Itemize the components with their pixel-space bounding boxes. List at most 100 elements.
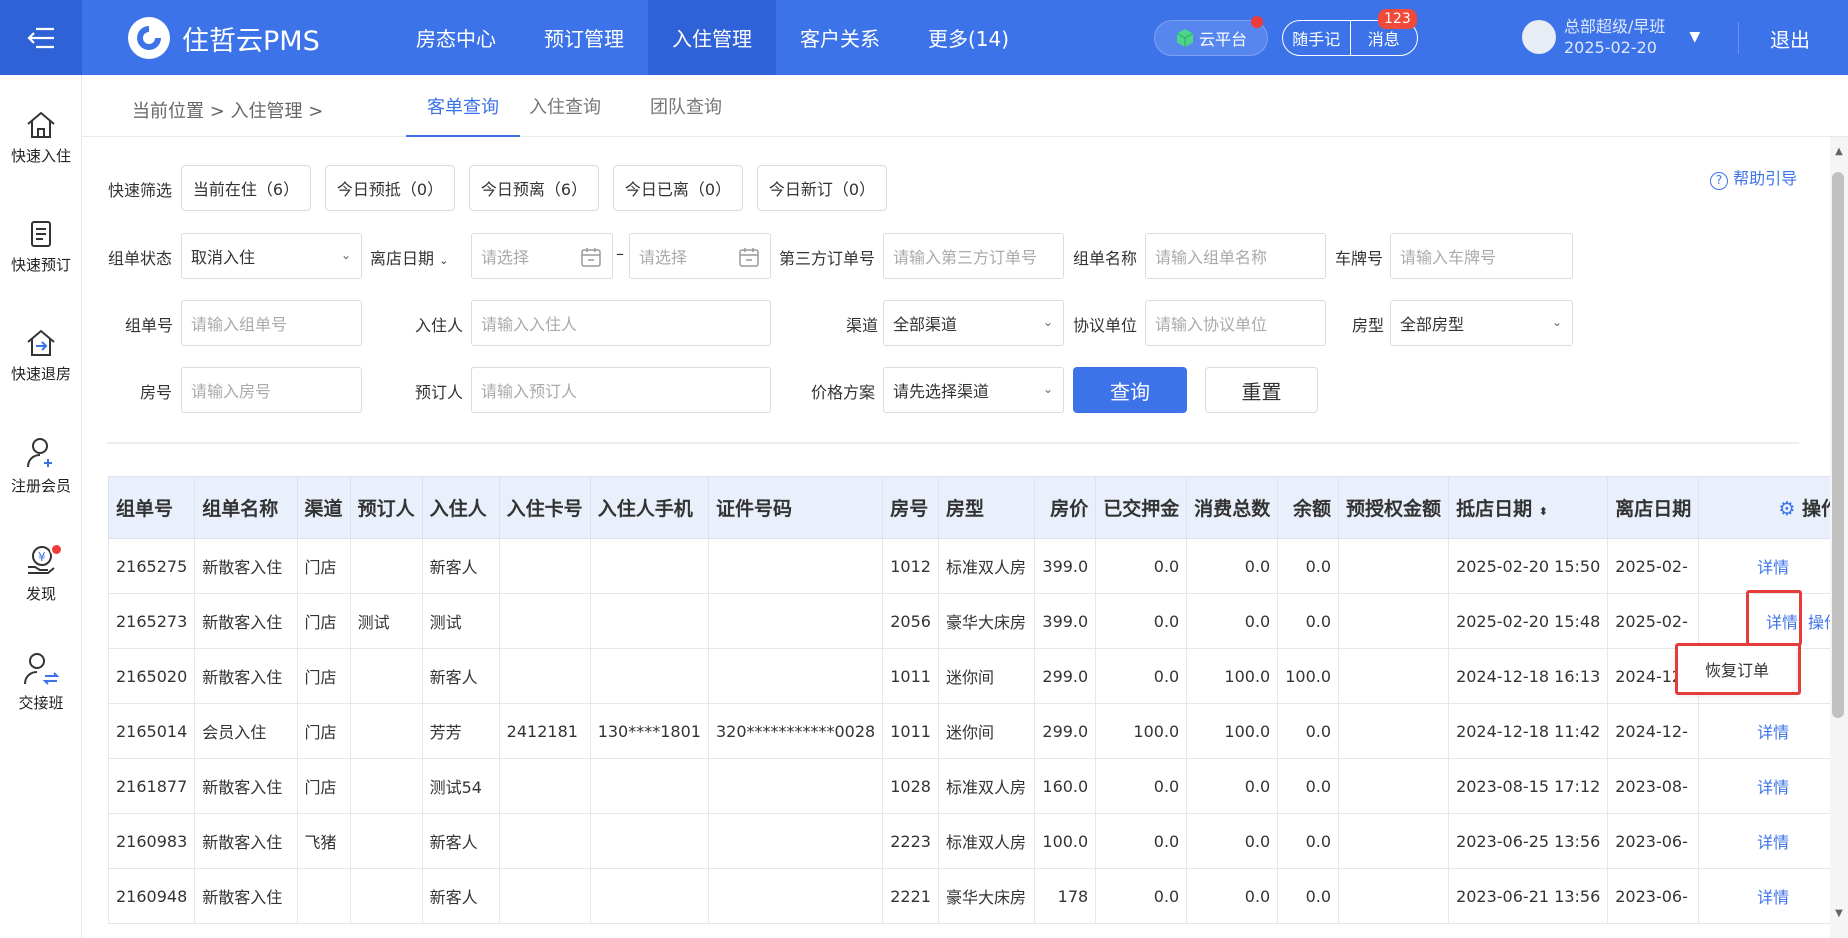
divider	[107, 442, 1799, 444]
price-plan-select[interactable]: 请先选择渠道 ⌄	[883, 367, 1064, 413]
table-cell: 1011	[882, 648, 939, 704]
table-cell: 100.0	[1186, 648, 1279, 704]
search-button[interactable]: 查询	[1073, 367, 1187, 413]
group-name-input[interactable]: 请输入组单名称	[1145, 233, 1326, 279]
table-cell: 1012	[882, 538, 939, 594]
table-row[interactable]: 2165275 新散客入住 门店 新客人 1012 标准双人房 399.0 0.0 0.0 0.0…	[107, 538, 1848, 594]
table-cell: 2161877	[107, 758, 196, 814]
col-arrival-date[interactable]: 抵店日期 ⬍	[1448, 476, 1609, 539]
table-cell	[707, 593, 884, 649]
group-status-value: 取消入住	[191, 248, 256, 267]
table-cell: 0.0	[1186, 538, 1279, 594]
table-cell	[707, 648, 884, 704]
plate-number-input[interactable]: 请输入车牌号	[1390, 233, 1573, 279]
table-cell: 2025-02-	[1607, 538, 1700, 594]
table-row[interactable]: 2160983 新散客入住 飞猪 新客人 2223 标准双人房 100.0 0.0 0.0 0.0…	[107, 813, 1848, 869]
nav-room-status[interactable]: 房态中心	[392, 0, 520, 75]
sidebar-item-quick-checkout[interactable]: 快速退房	[0, 327, 82, 384]
room-type-label: 房型	[1352, 316, 1385, 335]
tab-guest-orders[interactable]: 客单查询	[406, 93, 520, 137]
quick-filter-in-house[interactable]: 当前在住（6）	[181, 165, 311, 211]
detail-link[interactable]: 详情	[1757, 778, 1789, 797]
table-cell: 2165275	[107, 538, 196, 594]
cloud-platform-button[interactable]: 云平台	[1154, 16, 1268, 56]
sort-icon[interactable]: ⬍	[1539, 505, 1548, 518]
tab-checkin-query[interactable]: 入住查询	[529, 93, 601, 137]
row-actions: 详情	[1698, 703, 1848, 759]
detail-link[interactable]: 详情	[1757, 723, 1789, 742]
table-cell: 2025-02-	[1607, 593, 1700, 649]
reset-button[interactable]: 重置	[1205, 367, 1318, 413]
agreement-unit-input[interactable]: 请输入协议单位	[1145, 300, 1326, 346]
detail-link[interactable]: 详情	[1757, 833, 1789, 852]
sidebar-item-quick-checkin[interactable]: 快速入住	[0, 109, 82, 166]
menu-toggle-button[interactable]	[0, 0, 82, 75]
brand-logo-icon	[128, 17, 170, 59]
sidebar-item-quick-booking[interactable]: 快速预订	[0, 218, 82, 275]
room-no-label: 房号	[140, 383, 173, 402]
guest-input[interactable]: 请输入入住人	[471, 300, 771, 346]
table-cell: 2023-06-	[1607, 813, 1700, 869]
detail-link[interactable]: 详情	[1757, 558, 1789, 577]
sidebar-item-register-member[interactable]: 注册会员	[0, 435, 82, 496]
col-departure-date: 离店日期	[1607, 476, 1700, 539]
group-no-input[interactable]: 请输入组单号	[181, 300, 362, 346]
quick-filter-new-today[interactable]: 今日新订（0）	[757, 165, 887, 211]
table-row[interactable]: 2165020 新散客入住 门店 新客人 1011 迷你间 299.0 0.0 100.0 100…	[107, 648, 1848, 704]
table-cell	[349, 648, 423, 704]
avatar	[1522, 20, 1556, 54]
notes-button[interactable]: 随手记	[1283, 21, 1350, 55]
sidebar-item-shift-handover[interactable]: 交接班	[0, 650, 82, 713]
nav-reservations[interactable]: 预订管理	[520, 0, 648, 75]
table-row[interactable]: 2160948 新散客入住 新客人 2221 豪华大床房 178 0.0 0.0 0.0 2023…	[107, 868, 1848, 924]
sidebar-item-discover[interactable]: ¥ 发现	[0, 543, 82, 604]
table-cell: 2412181	[498, 703, 591, 759]
table-cell: 0.0	[1095, 648, 1188, 704]
depart-date-end[interactable]: 请选择	[629, 233, 771, 279]
user-menu[interactable]: 总部超级/早班 2025-02-20 ▼	[1522, 16, 1700, 58]
third-party-order-input[interactable]: 请输入第三方订单号	[883, 233, 1064, 279]
scroll-up-icon[interactable]: ▲	[1832, 146, 1846, 157]
scroll-down-icon[interactable]: ▼	[1832, 908, 1846, 919]
table-cell: 会员入住	[194, 703, 298, 759]
nav-checkin[interactable]: 入住管理	[648, 0, 776, 75]
tab-group-query[interactable]: 团队查询	[650, 93, 722, 137]
table-cell: 测试	[349, 593, 423, 649]
cloud-platform-label: 云平台	[1198, 30, 1247, 49]
col-card-no: 入住卡号	[498, 476, 591, 539]
depart-date-start[interactable]: 请选择	[471, 233, 613, 279]
table-cell: 迷你间	[937, 703, 1036, 759]
table-cell: 2025-02-20 15:50	[1448, 538, 1609, 594]
room-type-select[interactable]: 全部房型 ⌄	[1390, 300, 1573, 346]
col-balance: 余额	[1277, 476, 1340, 539]
gear-icon[interactable]: ⚙	[1778, 498, 1795, 520]
room-no-input[interactable]: 请输入房号	[181, 367, 362, 413]
table-cell: 标准双人房	[937, 758, 1036, 814]
booker-input[interactable]: 请输入预订人	[471, 367, 771, 413]
detail-link[interactable]: 详情	[1757, 888, 1789, 907]
sidebar-item-label: 注册会员	[10, 477, 71, 495]
channel-select[interactable]: 全部渠道 ⌄	[883, 300, 1064, 346]
quick-filter-departing-today[interactable]: 今日预离（6）	[469, 165, 599, 211]
table-cell: 100.0	[1277, 648, 1340, 704]
table-cell	[498, 538, 591, 594]
table-cell	[589, 868, 709, 924]
depart-date-label[interactable]: 离店日期 ⌄	[370, 245, 448, 269]
table-cell: 豪华大床房	[937, 593, 1036, 649]
table-cell: 门店	[296, 703, 351, 759]
scrollbar-thumb[interactable]	[1832, 172, 1844, 718]
table-cell: 测试54	[421, 758, 500, 814]
table-row[interactable]: 2165273 新散客入住 门店 测试 测试 2056 豪华大床房 399.0 0.0 0.0 0.…	[107, 593, 1848, 649]
depart-date-label-text: 离店日期	[370, 249, 435, 268]
help-guide-link[interactable]: ? 帮助引导	[1710, 165, 1797, 190]
quick-filter-arriving-today[interactable]: 今日预抵（0）	[325, 165, 455, 211]
table-cell: 320***********0028	[707, 703, 884, 759]
table-row[interactable]: 2165014 会员入住 门店 芳芳 2412181 130****1801 320****…	[107, 703, 1848, 759]
nav-more[interactable]: 更多(14)	[904, 0, 1033, 75]
quick-filter-departed-today[interactable]: 今日已离（0）	[613, 165, 743, 211]
group-status-select[interactable]: 取消入住 ⌄	[181, 233, 362, 279]
nav-customers[interactable]: 客户关系	[776, 0, 904, 75]
logout-button[interactable]: 退出	[1770, 24, 1810, 53]
table-cell: 新散客入住	[194, 813, 298, 869]
table-row[interactable]: 2161877 新散客入住 门店 测试54 1028 标准双人房 160.0 0.0 0.0 0.…	[107, 758, 1848, 814]
